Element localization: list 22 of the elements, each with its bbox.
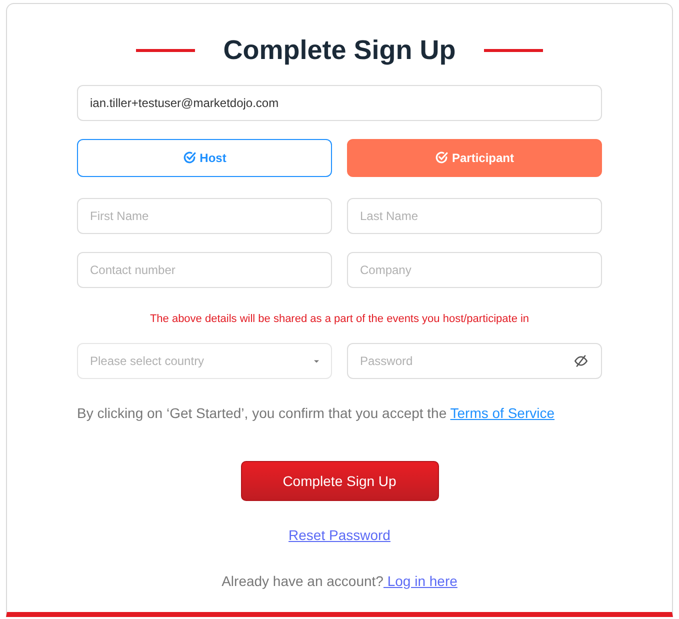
reset-password-link[interactable]: Reset Password (288, 525, 390, 546)
check-circle-icon (182, 151, 196, 164)
eye-slash-icon[interactable] (574, 354, 588, 368)
notice-text: The above details will be shared as a part of the events you host/participate in (148, 312, 530, 326)
login-link[interactable]: Log in here (383, 573, 458, 589)
text-field[interactable]: Contact number (77, 252, 332, 288)
role-button[interactable]: Host (77, 138, 332, 176)
complete-signup-button[interactable]: Complete Sign Up (240, 461, 438, 501)
text-field[interactable]: First Name (77, 198, 332, 234)
password-field[interactable]: Password (347, 343, 602, 379)
text-field[interactable]: Last Name (347, 198, 602, 234)
page-title: Complete Sign Up (223, 34, 456, 67)
email-field[interactable]: ian.tiller+testuser@marketdojo.com (77, 84, 602, 120)
terms-link[interactable]: Terms of Service (450, 405, 555, 421)
text-field[interactable]: Company (347, 252, 602, 288)
check-circle-icon (434, 151, 448, 164)
login-prompt: Already have an account? Log in here (222, 572, 458, 591)
role-button[interactable]: Participant (347, 138, 602, 176)
caret-icon (314, 360, 319, 362)
title-rule (136, 48, 196, 52)
terms-text: By clicking on ‘Get Started’, you confirm that you accept the Terms of Service (77, 404, 556, 423)
title-rule (484, 48, 543, 52)
